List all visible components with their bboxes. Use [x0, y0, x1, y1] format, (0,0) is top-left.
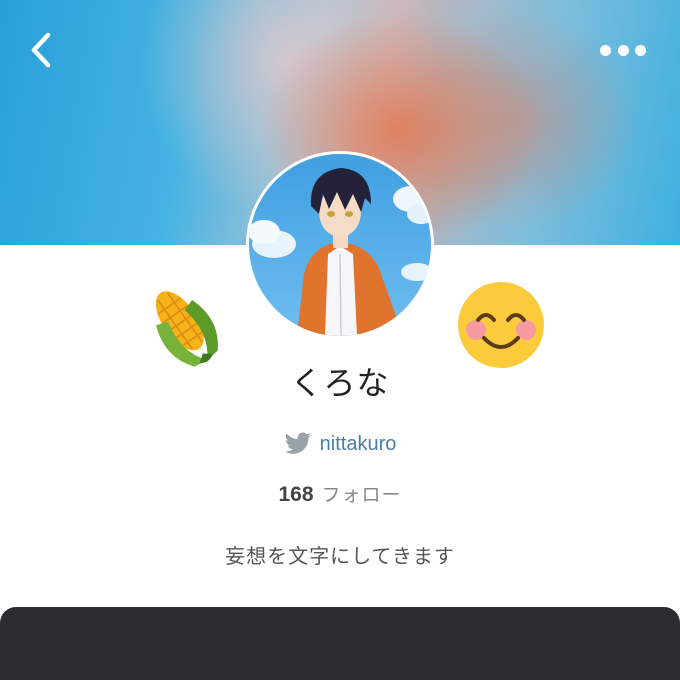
more-menu-button[interactable]: [600, 40, 646, 60]
back-button[interactable]: [24, 30, 60, 70]
follow-label: フォロー: [321, 484, 402, 506]
twitter-bird-icon: [284, 432, 311, 454]
bottom-panel: [0, 607, 680, 680]
follow-stats[interactable]: 168 フォロー: [0, 480, 680, 507]
avatar-illustration: [249, 154, 431, 336]
twitter-link[interactable]: nittakuro: [0, 432, 680, 456]
twitter-handle: nittakuro: [319, 432, 397, 455]
follow-count: 168: [278, 483, 314, 506]
profile-bio: 妄想を文字にしてきます: [225, 544, 455, 568]
more-horizontal-icon: [600, 44, 611, 56]
chevron-left-icon: [31, 32, 51, 68]
display-name: くろな: [290, 364, 390, 402]
avatar[interactable]: [249, 154, 431, 336]
smiling-face-icon: [456, 280, 546, 370]
